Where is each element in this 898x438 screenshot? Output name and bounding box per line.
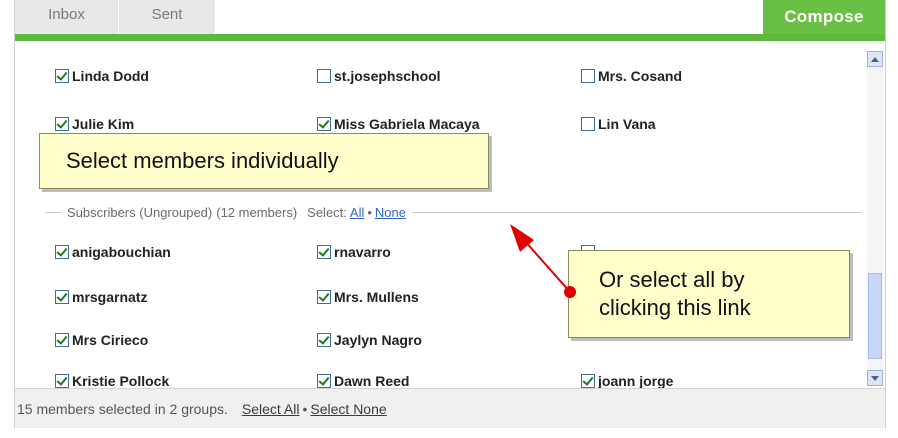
callout-text-line2: clicking this link [599, 295, 751, 320]
footer-select-all-link[interactable]: Select All [242, 401, 300, 417]
divider [45, 211, 61, 213]
separator-dot: • [367, 204, 372, 220]
member-item[interactable]: Mrs. Mullens [317, 286, 419, 308]
member-checkbox[interactable] [55, 290, 69, 304]
member-checkbox[interactable] [317, 69, 331, 83]
tabs-underline [15, 34, 885, 41]
member-checkbox[interactable] [581, 69, 595, 83]
member-name: rnavarro [334, 244, 391, 260]
member-name: Dawn Reed [334, 373, 410, 388]
member-name: Mrs. Mullens [334, 289, 419, 305]
member-item[interactable]: anigabouchian [55, 241, 171, 263]
member-checkbox[interactable] [55, 245, 69, 259]
scroll-thumb[interactable] [868, 273, 882, 359]
divider [412, 211, 861, 213]
member-item[interactable]: Julie Kim [55, 113, 134, 135]
tab-inbox[interactable]: Inbox [15, 0, 119, 34]
member-name: Kristie Pollock [72, 373, 170, 388]
member-item[interactable]: Jaylyn Nagro [317, 329, 422, 351]
select-label: Select: [307, 204, 347, 220]
section-count: (12 members) [216, 204, 298, 220]
member-checkbox[interactable] [317, 117, 331, 131]
member-item[interactable]: rnavarro [317, 241, 391, 263]
member-name: Jaylyn Nagro [334, 332, 422, 348]
member-item[interactable]: Miss Gabriela Macaya [317, 113, 480, 135]
member-checkbox[interactable] [317, 333, 331, 347]
callout-select-individually: Select members individually [39, 133, 489, 189]
callout-select-all: Or select all by clicking this link [568, 250, 850, 338]
member-name: Mrs Cirieco [72, 332, 149, 348]
member-checkbox[interactable] [55, 374, 69, 388]
tab-sent[interactable]: Sent [119, 0, 216, 34]
callout-text-line1: Or select all by [599, 267, 745, 292]
member-item[interactable]: Kristie Pollock [55, 370, 169, 388]
member-item[interactable]: st.josephschool [317, 65, 441, 87]
member-item[interactable]: Mrs. Cosand [581, 65, 682, 87]
selection-status: 15 members selected in 2 groups. [17, 400, 228, 417]
member-name: anigabouchian [72, 244, 171, 260]
member-name: Julie Kim [72, 116, 135, 132]
member-name: Miss Gabriela Macaya [334, 116, 480, 132]
member-item[interactable]: Dawn Reed [317, 370, 409, 388]
callout-text: Select members individually [66, 148, 339, 173]
member-checkbox[interactable] [581, 374, 595, 388]
compose-button[interactable]: Compose [763, 0, 885, 34]
member-name: Linda Dodd [72, 68, 149, 84]
footer-select-none-link[interactable]: Select None [310, 401, 386, 417]
select-all-link[interactable]: All [350, 205, 364, 220]
member-item[interactable]: mrsgarnatz [55, 286, 147, 308]
member-name: Lin Vana [598, 116, 656, 132]
member-checkbox[interactable] [317, 374, 331, 388]
member-item[interactable]: Mrs Cirieco [55, 329, 148, 351]
member-name: Mrs. Cosand [598, 68, 683, 84]
section-title: Subscribers (Ungrouped) [67, 204, 213, 220]
member-checkbox[interactable] [317, 290, 331, 304]
member-name: st.josephschool [334, 68, 441, 84]
selection-footer: 15 members selected in 2 groups. Select … [15, 388, 885, 428]
member-checkbox[interactable] [581, 117, 595, 131]
member-checkbox[interactable] [55, 117, 69, 131]
separator-dot: • [302, 400, 308, 417]
message-window: Inbox Sent Compose Linda Dodd st.josephs… [14, 0, 886, 428]
tabs-bar: Inbox Sent Compose [15, 0, 885, 34]
member-checkbox[interactable] [317, 245, 331, 259]
member-item[interactable]: joann jorge [581, 370, 673, 388]
member-name: mrsgarnatz [72, 289, 148, 305]
member-checkbox[interactable] [55, 333, 69, 347]
member-item[interactable]: Linda Dodd [55, 65, 149, 87]
scroll-up-arrow-icon[interactable] [867, 51, 883, 67]
select-none-link[interactable]: None [375, 205, 406, 220]
scroll-down-arrow-icon[interactable] [867, 370, 883, 386]
subscribers-section-header: Subscribers (Ungrouped) (12 members) Sel… [45, 202, 861, 222]
vertical-scrollbar[interactable] [867, 51, 883, 386]
member-item[interactable]: Lin Vana [581, 113, 656, 135]
member-checkbox[interactable] [55, 69, 69, 83]
member-name: joann jorge [598, 373, 674, 388]
